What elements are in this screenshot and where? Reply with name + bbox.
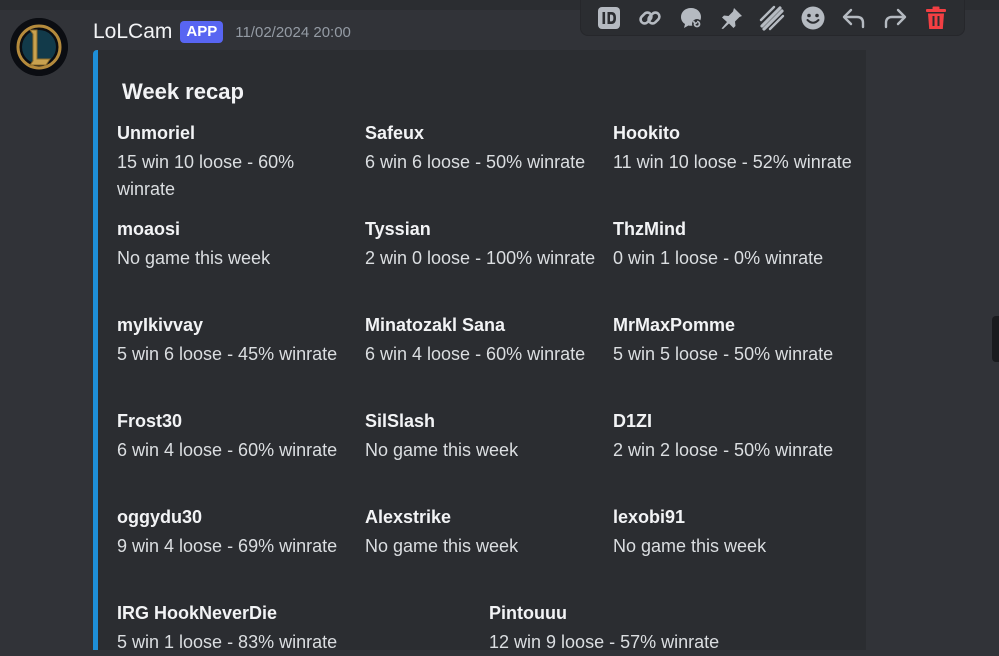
message-actions-toolbar bbox=[580, 0, 965, 36]
recap-embed: Week recap Unmoriel 15 win 10 loose - 60… bbox=[93, 50, 866, 652]
delete-message-button[interactable] bbox=[920, 2, 952, 34]
player-name: oggydu30 bbox=[117, 507, 203, 527]
player-field: lexobi91 No game this week bbox=[613, 506, 853, 560]
player-name: lexobi91 bbox=[613, 507, 686, 527]
message-header: LoLCam APP 11/02/2024 20:00 bbox=[93, 18, 351, 46]
player-field: SilSlash No game this week bbox=[365, 410, 605, 464]
player-name: myIkivvay bbox=[117, 315, 204, 335]
player-name: ThzMind bbox=[613, 219, 686, 239]
player-field: Pintouuu 12 win 9 loose - 57% winrate bbox=[489, 602, 849, 656]
reply-button[interactable] bbox=[838, 2, 870, 34]
player-field: IRG HookNeverDie 5 win 1 loose - 83% win… bbox=[117, 602, 477, 656]
copy-id-button[interactable] bbox=[593, 2, 625, 34]
player-stats: 2 win 0 loose - 100% winrate bbox=[365, 248, 596, 268]
player-field: Tyssian 2 win 0 loose - 100% winrate bbox=[365, 218, 605, 272]
player-stats: 0 win 1 loose - 0% winrate bbox=[613, 248, 824, 268]
id-icon bbox=[598, 6, 621, 29]
forward-icon bbox=[884, 8, 906, 28]
pin-message-button[interactable] bbox=[716, 2, 748, 34]
copy-link-button[interactable] bbox=[634, 2, 666, 34]
player-field: Frost30 6 win 4 loose - 60% winrate bbox=[117, 410, 357, 464]
emoji-icon bbox=[801, 6, 825, 29]
player-stats: 6 win 4 loose - 60% winrate bbox=[365, 344, 586, 364]
player-field: oggydu30 9 win 4 loose - 69% winrate bbox=[117, 506, 357, 560]
player-stats: No game this week bbox=[613, 536, 767, 556]
player-field: MrMaxPomme 5 win 5 loose - 50% winrate bbox=[613, 314, 853, 368]
player-field: Unmoriel 15 win 10 loose - 60% winrate bbox=[117, 122, 357, 203]
player-name: Frost30 bbox=[117, 411, 183, 431]
player-stats: 12 win 9 loose - 57% winrate bbox=[489, 632, 720, 652]
player-name: IRG HookNeverDie bbox=[117, 603, 278, 623]
player-field: Safeux 6 win 6 loose - 50% winrate bbox=[365, 122, 605, 176]
forward-button[interactable] bbox=[879, 2, 911, 34]
scrollbar-thumb[interactable] bbox=[992, 316, 999, 362]
player-stats: 9 win 4 loose - 69% winrate bbox=[117, 536, 338, 556]
player-field: D1ZI 2 win 2 loose - 50% winrate bbox=[613, 410, 853, 464]
player-stats: No game this week bbox=[365, 440, 519, 460]
player-field: myIkivvay 5 win 6 loose - 45% winrate bbox=[117, 314, 357, 368]
player-field: Minatozakl Sana 6 win 4 loose - 60% winr… bbox=[365, 314, 605, 368]
delete-icon bbox=[925, 6, 946, 29]
player-name: MrMaxPomme bbox=[613, 315, 736, 335]
player-stats: 11 win 10 loose - 52% winrate bbox=[613, 152, 852, 172]
apps-icon bbox=[760, 5, 785, 31]
pin-icon bbox=[721, 7, 742, 29]
player-name: Unmoriel bbox=[117, 123, 196, 143]
thread-icon bbox=[680, 7, 702, 29]
player-field: Alexstrike No game this week bbox=[365, 506, 605, 560]
add-reaction-button[interactable] bbox=[797, 2, 829, 34]
player-name: D1ZI bbox=[613, 411, 653, 431]
player-name: Pintouuu bbox=[489, 603, 567, 623]
player-name: Safeux bbox=[365, 123, 425, 143]
player-field: Hookito 11 win 10 loose - 52% winrate bbox=[613, 122, 853, 176]
player-stats: 6 win 4 loose - 60% winrate bbox=[117, 440, 338, 460]
create-thread-button[interactable] bbox=[675, 2, 707, 34]
player-stats: 6 win 6 loose - 50% winrate bbox=[365, 152, 586, 172]
player-field: ThzMind 0 win 1 loose - 0% winrate bbox=[613, 218, 853, 272]
player-stats: No game this week bbox=[365, 536, 519, 556]
player-stats: 15 win 10 loose - 60% winrate bbox=[117, 152, 295, 199]
player-name: Hookito bbox=[613, 123, 680, 143]
player-name: moaosi bbox=[117, 219, 181, 239]
app-badge: APP bbox=[180, 21, 224, 43]
apps-button[interactable] bbox=[756, 2, 788, 34]
player-field: moaosi No game this week bbox=[117, 218, 357, 272]
league-of-legends-logo-icon bbox=[10, 18, 68, 76]
player-stats: 5 win 5 loose - 50% winrate bbox=[613, 344, 834, 364]
avatar[interactable] bbox=[10, 18, 68, 76]
player-name: Tyssian bbox=[365, 219, 431, 239]
timestamp[interactable]: 11/02/2024 20:00 bbox=[235, 24, 351, 41]
player-name: Minatozakl Sana bbox=[365, 315, 506, 335]
player-name: Alexstrike bbox=[365, 507, 452, 527]
player-stats: 5 win 1 loose - 83% winrate bbox=[117, 632, 338, 652]
reply-icon bbox=[842, 8, 865, 28]
player-stats: 2 win 2 loose - 50% winrate bbox=[613, 440, 834, 460]
link-icon bbox=[639, 10, 661, 25]
player-stats: 5 win 6 loose - 45% winrate bbox=[117, 344, 338, 364]
embed-title: Week recap bbox=[122, 79, 244, 104]
username[interactable]: LoLCam bbox=[93, 20, 172, 44]
player-stats: No game this week bbox=[117, 248, 271, 268]
player-name: SilSlash bbox=[365, 411, 436, 431]
